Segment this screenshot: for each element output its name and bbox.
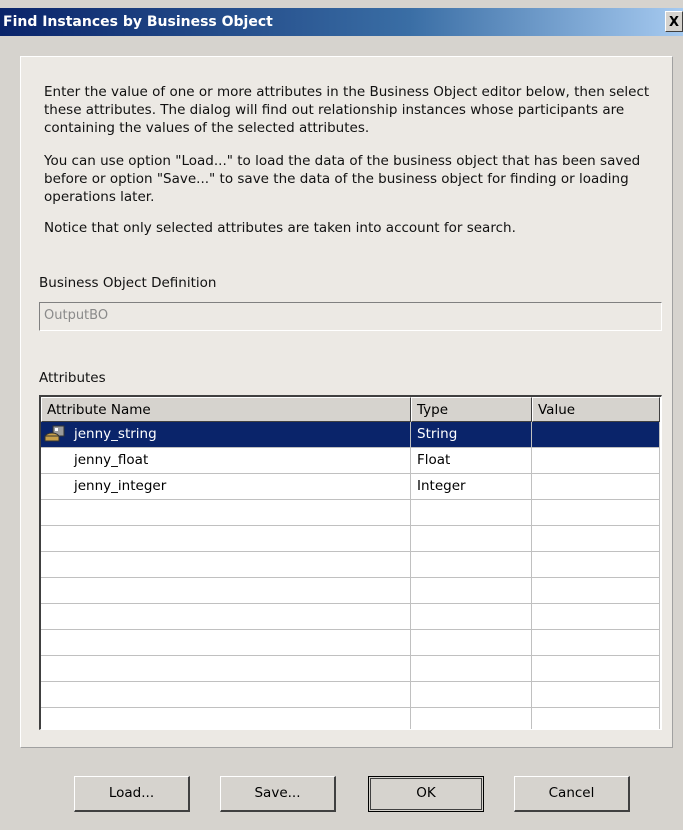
bo-definition-label: Business Object Definition (39, 275, 217, 291)
empty-table-row (41, 682, 661, 708)
empty-cell (411, 630, 532, 656)
title-bar: Find Instances by Business Object X (0, 8, 683, 36)
empty-cell (411, 552, 532, 578)
attribute-name-cell[interactable]: jenny_string (41, 422, 411, 448)
attribute-name-text: jenny_float (74, 452, 149, 468)
table-row[interactable]: jenny_integer Integer (41, 474, 661, 500)
save-button[interactable]: Save... (220, 776, 336, 812)
empty-table-row (41, 500, 661, 526)
attribute-name-text: jenny_integer (74, 478, 167, 494)
empty-table-row (41, 578, 661, 604)
empty-cell (41, 552, 411, 578)
empty-table-row (41, 526, 661, 552)
empty-table-row (41, 708, 661, 729)
empty-cell (411, 708, 532, 729)
table-body: jenny_string String jenny_float Float jenny_… (41, 422, 661, 729)
empty-cell (41, 526, 411, 552)
column-header-type[interactable]: Type (411, 397, 532, 422)
empty-cell (411, 604, 532, 630)
attribute-name-cell[interactable]: jenny_float (41, 448, 411, 474)
empty-cell (41, 578, 411, 604)
attribute-type-cell: Integer (411, 474, 532, 500)
attribute-type-cell: Float (411, 448, 532, 474)
empty-cell (532, 500, 660, 526)
attribute-value-cell[interactable] (532, 474, 660, 500)
empty-table-row (41, 656, 661, 682)
cancel-button[interactable]: Cancel (514, 776, 630, 812)
empty-table-row (41, 630, 661, 656)
empty-table-row (41, 604, 661, 630)
empty-cell (411, 526, 532, 552)
window-title: Find Instances by Business Object (3, 14, 273, 30)
empty-cell (532, 630, 660, 656)
empty-cell (532, 708, 660, 729)
empty-cell (41, 630, 411, 656)
empty-cell (411, 500, 532, 526)
description-paragraph-2: You can use option "Load..." to load the… (44, 153, 641, 205)
attributes-label: Attributes (39, 370, 106, 386)
column-header-attribute-name[interactable]: Attribute Name (41, 397, 411, 422)
attribute-name-text: jenny_string (74, 426, 157, 442)
load-button[interactable]: Load... (74, 776, 190, 812)
empty-cell (532, 578, 660, 604)
attribute-value-cell[interactable] (532, 422, 660, 448)
empty-cell (411, 682, 532, 708)
attributes-table[interactable]: Attribute Name Type Value jenny_string St… (39, 395, 662, 730)
empty-table-row (41, 552, 661, 578)
description-paragraph-3: Notice that only selected attributes are… (44, 220, 516, 236)
bo-definition-field: OutputBO (39, 302, 662, 331)
empty-cell (41, 682, 411, 708)
attribute-type-cell: String (411, 422, 532, 448)
table-row[interactable]: jenny_float Float (41, 448, 661, 474)
empty-cell (532, 552, 660, 578)
empty-cell (41, 500, 411, 526)
ok-button[interactable]: OK (368, 776, 484, 812)
close-button[interactable]: X (665, 11, 683, 32)
table-row[interactable]: jenny_string String (41, 422, 661, 448)
table-header: Attribute Name Type Value (41, 397, 661, 422)
attribute-name-cell[interactable]: jenny_integer (41, 474, 411, 500)
empty-cell (532, 526, 660, 552)
empty-cell (532, 656, 660, 682)
attribute-value-cell[interactable] (532, 448, 660, 474)
empty-cell (41, 708, 411, 729)
empty-cell (41, 656, 411, 682)
empty-cell (41, 604, 411, 630)
column-header-value[interactable]: Value (532, 397, 660, 422)
empty-cell (532, 604, 660, 630)
empty-cell (532, 682, 660, 708)
empty-cell (411, 578, 532, 604)
description-paragraph-1: Enter the value of one or more attribute… (44, 84, 650, 136)
business-object-icon (44, 425, 65, 442)
empty-cell (411, 656, 532, 682)
